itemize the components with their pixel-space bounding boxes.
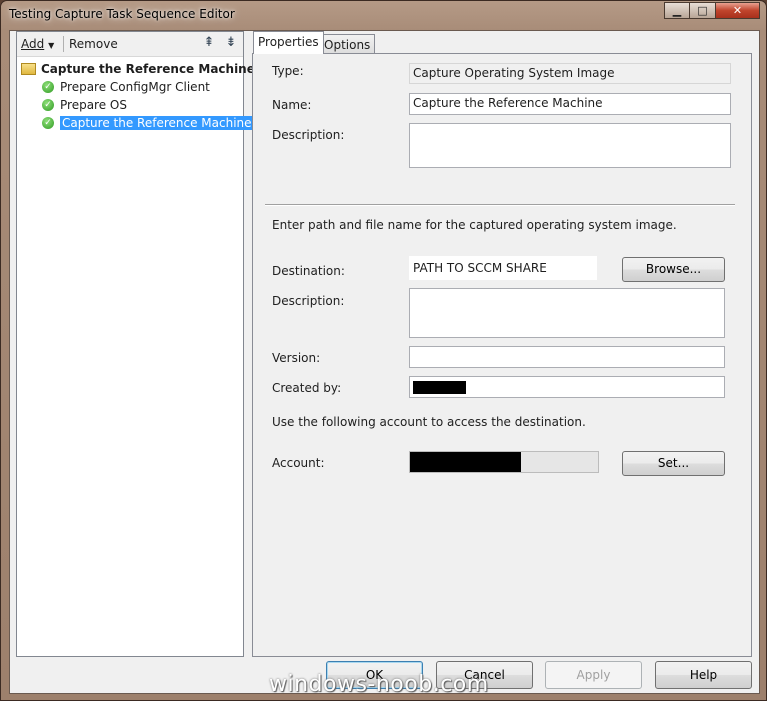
name-label: Name: — [272, 98, 312, 112]
type-label: Type: — [272, 64, 304, 78]
apply-button[interactable]: Apply — [545, 661, 642, 689]
tree-item-prepare-configmgr[interactable]: ✓ Prepare ConfigMgr Client — [42, 78, 210, 95]
type-field: Capture Operating System Image — [409, 63, 731, 84]
folder-icon — [21, 62, 36, 75]
version-input[interactable] — [409, 346, 725, 368]
tab-options[interactable]: Options — [319, 34, 376, 54]
browse-button[interactable]: Browse... — [622, 257, 725, 282]
version-label: Version: — [272, 351, 321, 365]
destination-input[interactable]: PATH TO SCCM SHARE — [409, 256, 597, 280]
minimize-icon: ▁ — [672, 4, 682, 17]
maximize-icon: □ — [697, 4, 708, 17]
remove-button[interactable]: Remove — [69, 37, 118, 51]
set-account-button[interactable]: Set... — [622, 451, 725, 476]
editor-window: Testing Capture Task Sequence Editor ▁ □… — [0, 0, 767, 701]
path-instruction-text: Enter path and file name for the capture… — [272, 218, 677, 232]
task-toolbar: Add ▼ Remove ⇞ ⇟ — [17, 32, 243, 57]
caption-buttons: ▁ □ ✕ — [664, 2, 760, 19]
watermark-text: windows-noob.com — [269, 672, 489, 697]
window-title: Testing Capture Task Sequence Editor — [9, 7, 235, 21]
close-button[interactable]: ✕ — [716, 2, 760, 19]
image-description-label: Description: — [272, 294, 345, 308]
account-instruction-text: Use the following account to access the … — [272, 415, 586, 429]
tree-item-capture-machine[interactable]: ✓ Capture the Reference Machine — [42, 114, 254, 131]
tree-item-label: Capture the Reference Machine — [60, 115, 254, 130]
description-textarea[interactable] — [409, 123, 731, 168]
created-by-input[interactable] — [409, 376, 725, 398]
maximize-button[interactable]: □ — [690, 2, 716, 19]
add-label: Add — [21, 37, 45, 51]
tree-item-prepare-os[interactable]: ✓ Prepare OS — [42, 96, 127, 113]
tree-item-label: Prepare OS — [60, 97, 127, 112]
tab-properties[interactable]: Properties — [253, 31, 324, 54]
section-divider — [265, 204, 735, 206]
dialog-client-area: Add ▼ Remove ⇞ ⇟ Capture the Reference M… — [9, 30, 760, 694]
dropdown-arrow-icon: ▼ — [48, 41, 55, 50]
name-input[interactable]: Capture the Reference Machine — [409, 93, 731, 115]
title-bar[interactable]: Testing Capture Task Sequence Editor ▁ □… — [1, 1, 766, 29]
redacted-block — [413, 381, 466, 394]
tree-root-group[interactable]: Capture the Reference Machine — [21, 60, 255, 77]
close-icon: ✕ — [732, 4, 743, 17]
account-field — [409, 451, 599, 473]
tree-item-label: Prepare ConfigMgr Client — [60, 79, 210, 94]
created-by-label: Created by: — [272, 381, 342, 395]
add-menu-button[interactable]: Add ▼ — [21, 37, 54, 51]
task-sequence-pane: Add ▼ Remove ⇞ ⇟ Capture the Reference M… — [16, 31, 255, 657]
properties-panel: Type: Capture Operating System Image Nam… — [252, 53, 752, 657]
move-down-icon[interactable]: ⇟ — [223, 35, 239, 51]
success-check-icon: ✓ — [42, 80, 54, 93]
minimize-button[interactable]: ▁ — [664, 2, 690, 19]
success-check-icon: ✓ — [42, 98, 54, 111]
redacted-block — [410, 452, 521, 472]
image-description-textarea[interactable] — [409, 288, 725, 338]
tree-root-label: Capture the Reference Machine — [41, 61, 255, 76]
help-button[interactable]: Help — [655, 661, 752, 689]
destination-label: Destination: — [272, 264, 345, 278]
move-up-icon[interactable]: ⇞ — [201, 35, 217, 51]
account-label: Account: — [272, 456, 325, 470]
toolbar-separator — [63, 36, 64, 52]
success-check-icon: ✓ — [42, 116, 54, 129]
description-label: Description: — [272, 128, 345, 142]
